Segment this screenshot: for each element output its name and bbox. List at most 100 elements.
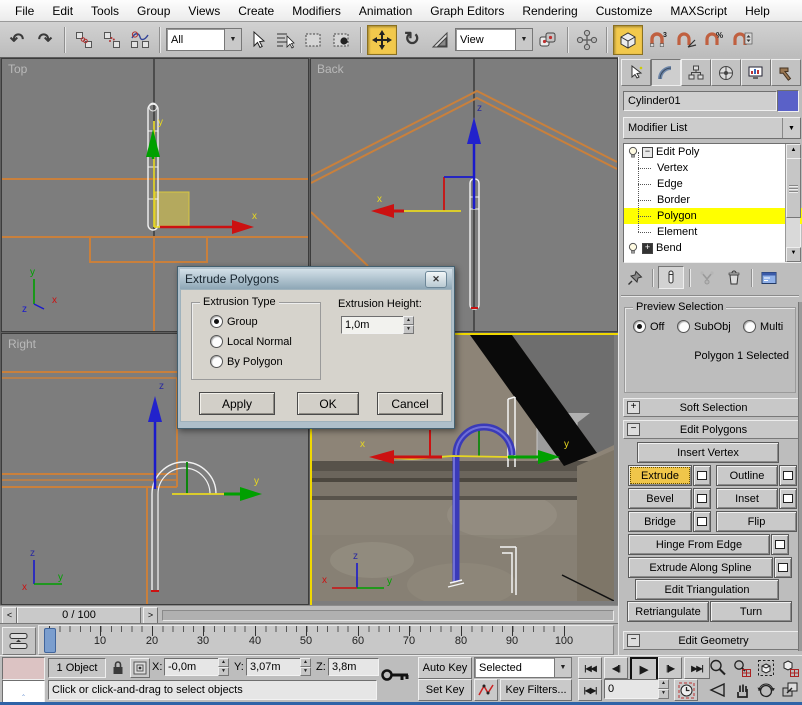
show-end-result-button[interactable] (658, 266, 684, 289)
stack-item-bend[interactable]: + Bend (624, 240, 785, 256)
turn-button[interactable]: Turn (710, 601, 792, 622)
apply-button[interactable]: Apply (199, 392, 275, 415)
edit-triangulation-button[interactable]: Edit Triangulation (635, 579, 779, 600)
tab-hierarchy[interactable] (681, 59, 711, 86)
extrude-settings-button[interactable] (693, 465, 711, 486)
time-configuration-button[interactable] (674, 679, 698, 701)
tab-create[interactable] (621, 59, 651, 86)
viewport-right-label[interactable]: Right (8, 337, 36, 351)
extrusion-height-field[interactable]: 1,0m (341, 316, 404, 334)
menu-edit[interactable]: Edit (43, 2, 82, 20)
angle-snap-toggle-button[interactable] (673, 27, 699, 53)
menu-customize[interactable]: Customize (587, 2, 662, 20)
undo-button[interactable]: ↶ (4, 27, 30, 53)
default-in-out-tangents-button[interactable] (474, 679, 498, 701)
menu-group[interactable]: Group (128, 2, 179, 20)
spinner-snap-toggle-button[interactable] (729, 27, 755, 53)
preview-off-radio[interactable]: Off (633, 320, 664, 333)
pan-view-button[interactable] (730, 679, 753, 700)
pin-stack-button[interactable] (623, 267, 647, 288)
time-slider-handle[interactable]: 0 / 100 (17, 607, 141, 624)
go-to-start-button[interactable]: |◀◀ (578, 657, 602, 679)
window-crossing-toggle-button[interactable] (328, 27, 354, 53)
next-frame-button[interactable]: ||▶ (658, 657, 682, 679)
bind-to-space-warp-button[interactable] (127, 27, 153, 53)
stack-item-polygon-selected[interactable]: Polygon (624, 208, 802, 224)
set-key-button[interactable]: Set Key (418, 679, 472, 701)
menu-animation[interactable]: Animation (350, 2, 421, 20)
dialog-title-bar[interactable]: Extrude Polygons ✕ (180, 269, 452, 289)
reference-coordinate-dropdown[interactable]: View ▼ (455, 28, 533, 51)
radio-icon[interactable] (210, 335, 223, 348)
select-and-link-button[interactable] (71, 27, 97, 53)
time-slider-next-button[interactable]: > (143, 607, 158, 624)
track-bar-swatch[interactable] (2, 657, 45, 680)
inset-button[interactable]: Inset (716, 488, 778, 509)
inset-settings-button[interactable] (779, 488, 797, 509)
collapse-box[interactable]: − (642, 147, 653, 158)
flip-button[interactable]: Flip (716, 511, 797, 532)
timeline-frame-slider[interactable] (44, 628, 56, 653)
percent-snap-toggle-button[interactable]: % (701, 27, 727, 53)
hinge-from-edge-button[interactable]: Hinge From Edge (628, 534, 770, 555)
preview-multi-radio[interactable]: Multi (743, 320, 783, 333)
z-coord-field[interactable]: 3,8m (328, 658, 379, 676)
y-coord-field[interactable]: 3,07m (246, 658, 303, 676)
remove-modifier-button[interactable] (722, 267, 746, 288)
extrusion-height-spinner[interactable]: ▲▼ (403, 316, 414, 334)
auto-key-button[interactable]: Auto Key (418, 657, 472, 679)
insert-vertex-button[interactable]: Insert Vertex (637, 442, 779, 463)
menu-graph-editors[interactable]: Graph Editors (421, 2, 513, 20)
configure-modifier-sets-button[interactable] (757, 267, 781, 288)
bevel-button[interactable]: Bevel (628, 488, 692, 509)
field-of-view-button[interactable] (706, 679, 729, 700)
absolute-mode-toggle[interactable] (130, 658, 150, 678)
x-coord-spinner[interactable]: ▲▼ (218, 658, 229, 676)
key-filter-selection-dropdown[interactable]: Selected ▼ (474, 657, 572, 678)
play-animation-button[interactable]: ▶ (630, 657, 658, 681)
menu-help[interactable]: Help (736, 2, 779, 20)
select-and-move-button[interactable] (367, 25, 397, 55)
redo-button[interactable]: ↷ (32, 27, 58, 53)
arc-rotate-button[interactable] (754, 679, 777, 700)
key-mode-toggle-button[interactable]: |◀▶| (578, 679, 602, 701)
edit-geometry-rollout[interactable]: − Edit Geometry (623, 631, 801, 650)
bridge-settings-button[interactable] (693, 511, 711, 532)
x-coord-field[interactable]: -0,0m (164, 658, 221, 676)
zoom-button[interactable] (706, 657, 729, 678)
outline-button[interactable]: Outline (716, 465, 778, 486)
previous-frame-button[interactable]: ◀|| (604, 657, 628, 679)
y-coord-spinner[interactable]: ▲▼ (300, 658, 311, 676)
edit-polygons-rollout[interactable]: − Edit Polygons (623, 420, 801, 439)
rectangular-selection-region-button[interactable] (300, 27, 326, 53)
use-pivot-point-center-button[interactable] (535, 27, 561, 53)
timeline-ruler[interactable]: 0 10 20 30 40 50 60 70 80 90 100 (38, 625, 614, 655)
menu-file[interactable]: File (6, 2, 43, 20)
radio-icon[interactable] (743, 320, 756, 333)
tab-display[interactable] (741, 59, 771, 86)
radio-icon[interactable] (210, 315, 223, 328)
extrusion-local-normal-radio[interactable]: Local Normal (210, 335, 292, 348)
zoom-all-button[interactable] (730, 657, 753, 678)
stack-scrollbar[interactable]: ▲ ▼ (785, 144, 800, 262)
extrude-along-spline-settings-button[interactable] (774, 557, 792, 578)
scroll-down-button[interactable]: ▼ (786, 247, 801, 262)
stack-item-vertex[interactable]: Vertex (624, 160, 802, 176)
command-panel-scrollbar[interactable] (798, 302, 802, 651)
menu-create[interactable]: Create (229, 2, 283, 20)
select-and-manipulate-button[interactable] (574, 27, 600, 53)
cancel-button[interactable]: Cancel (377, 392, 443, 415)
selection-filter-dropdown[interactable]: All ▼ (166, 28, 242, 51)
scrollbar-thumb[interactable] (786, 158, 801, 218)
bevel-settings-button[interactable] (693, 488, 711, 509)
menu-modifiers[interactable]: Modifiers (283, 2, 350, 20)
expand-box[interactable]: + (642, 243, 653, 254)
maxscript-mini-listener[interactable]: ‸ (2, 680, 45, 703)
ok-button[interactable]: OK (297, 392, 359, 415)
unlink-selection-button[interactable] (99, 27, 125, 53)
frame-spinner[interactable]: ▲▼ (658, 679, 669, 699)
menu-tools[interactable]: Tools (82, 2, 128, 20)
tab-modify[interactable] (651, 59, 681, 86)
menu-maxscript[interactable]: MAXScript (661, 2, 736, 20)
radio-icon[interactable] (677, 320, 690, 333)
